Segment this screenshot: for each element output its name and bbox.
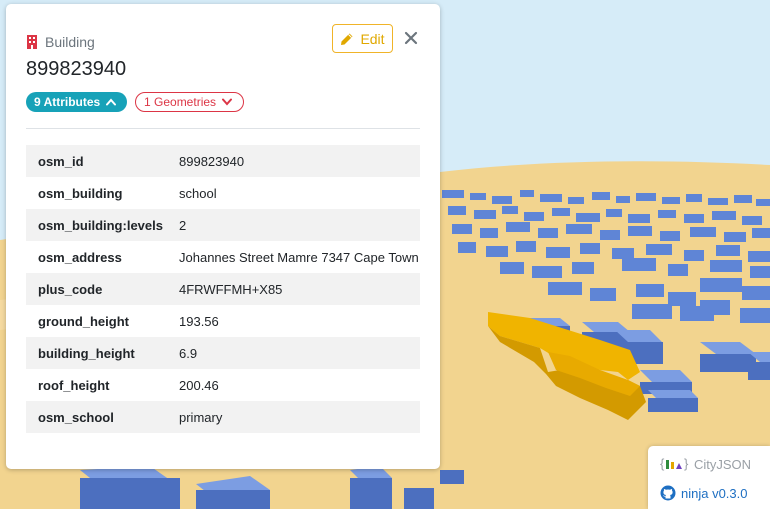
attribute-key: osm_building (38, 185, 123, 201)
edit-button[interactable]: Edit (332, 24, 393, 53)
table-row: ground_height 193.56 (26, 305, 420, 337)
divider (26, 128, 420, 129)
attribute-value: 899823940 (179, 153, 245, 169)
svg-text:{: { (660, 456, 665, 471)
attribute-key: roof_height (38, 377, 110, 393)
attribute-key: osm_id (38, 153, 84, 169)
ninja-version-label: ninja v0.3.0 (681, 485, 748, 501)
attribute-value: 6.9 (179, 345, 198, 361)
attribute-key: osm_school (38, 409, 114, 425)
app-badge: { } CityJSON ninja v0.3.0 (648, 446, 770, 509)
attribute-value: 2 (179, 217, 187, 233)
attribute-key: ground_height (38, 313, 129, 329)
feature-type-label: Building (45, 34, 95, 50)
pencil-icon (341, 33, 353, 45)
table-row: building_height 6.9 (26, 337, 420, 369)
cityjson-logo-icon: { } (660, 456, 689, 471)
github-icon (660, 485, 676, 501)
attribute-key: osm_address (38, 249, 122, 265)
close-icon[interactable] (403, 30, 419, 46)
geometries-toggle[interactable]: 1 Geometries (135, 92, 244, 112)
attribute-value: 200.46 (179, 377, 219, 393)
attribute-value: primary (179, 409, 223, 425)
table-row: osm_building:levels 2 (26, 209, 420, 241)
table-row: roof_height 200.46 (26, 369, 420, 401)
attributes-table: osm_id 899823940 osm_building school osm… (26, 145, 420, 433)
chevron-down-icon (222, 98, 233, 106)
table-row: plus_code 4FRWFFMH+X85 (26, 273, 420, 305)
attributes-toggle[interactable]: 9 Attributes (26, 92, 127, 112)
cityjson-link[interactable]: { } CityJSON (660, 456, 751, 472)
table-row: osm_address Johannes Street Mamre 7347 C… (26, 241, 420, 273)
table-row: osm_school primary (26, 401, 420, 433)
attribute-key: building_height (38, 345, 135, 361)
ninja-github-link[interactable]: ninja v0.3.0 (660, 485, 748, 501)
attribute-value: 4FRWFFMH+X85 (179, 281, 283, 297)
attributes-toggle-label: 9 Attributes (34, 95, 101, 109)
attribute-key: osm_building:levels (38, 217, 163, 233)
svg-text:}: } (684, 456, 689, 471)
table-row: osm_building school (26, 177, 420, 209)
cityjson-label: CityJSON (694, 456, 752, 472)
feature-info-panel: Building 899823940 Edit 9 Attributes 1 G… (6, 4, 440, 469)
feature-type-row: Building (26, 34, 95, 50)
building-icon (27, 35, 37, 49)
edit-button-label: Edit (360, 30, 385, 47)
feature-title: 899823940 (26, 58, 127, 80)
geometries-toggle-label: 1 Geometries (144, 95, 217, 109)
table-row: osm_id 899823940 (26, 145, 420, 177)
attribute-key: plus_code (38, 281, 103, 297)
chevron-up-icon (106, 98, 117, 106)
attribute-value: Johannes Street Mamre 7347 Cape Town (179, 249, 419, 265)
attribute-value: 193.56 (179, 313, 219, 329)
attribute-value: school (179, 185, 217, 201)
